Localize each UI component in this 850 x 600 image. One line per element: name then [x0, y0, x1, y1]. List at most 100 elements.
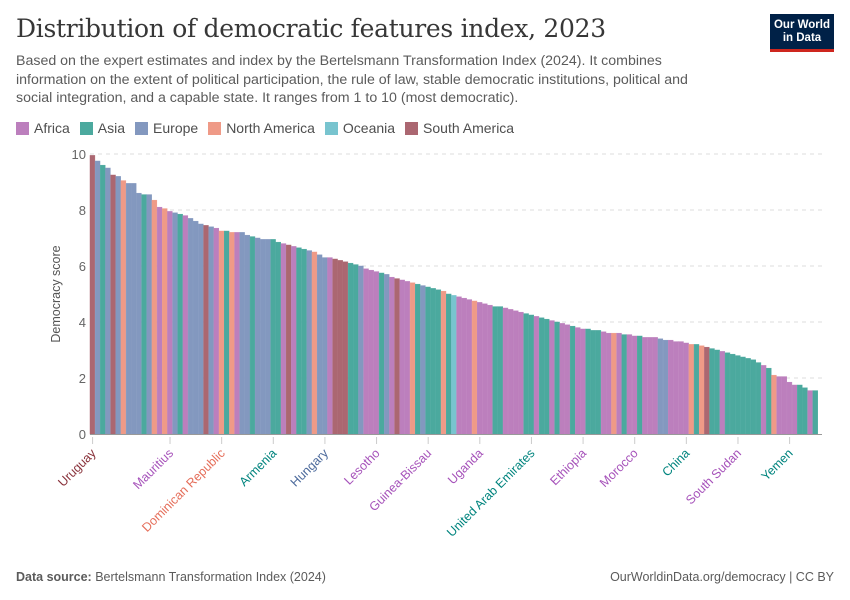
bar[interactable] — [254, 237, 261, 435]
bar[interactable] — [606, 332, 612, 435]
bar[interactable] — [786, 381, 793, 435]
bar[interactable] — [327, 257, 333, 435]
bar[interactable] — [523, 313, 529, 435]
bar[interactable] — [430, 288, 436, 435]
bar[interactable] — [373, 271, 380, 435]
bar[interactable] — [595, 330, 602, 435]
bar[interactable] — [631, 335, 638, 435]
bar[interactable] — [745, 358, 751, 435]
bar[interactable] — [678, 341, 684, 435]
legend-item-north-america[interactable]: North America — [208, 120, 315, 136]
bar[interactable] — [538, 317, 545, 435]
bar[interactable] — [223, 230, 230, 435]
bar[interactable] — [342, 261, 349, 435]
bar[interactable] — [668, 339, 674, 435]
bar[interactable] — [94, 160, 101, 435]
bar[interactable] — [115, 176, 121, 435]
bar[interactable] — [136, 192, 142, 435]
bar[interactable] — [652, 337, 658, 435]
bar[interactable] — [471, 300, 478, 435]
bar[interactable] — [363, 268, 369, 435]
bar[interactable] — [100, 164, 106, 435]
bar[interactable] — [791, 384, 798, 435]
bar[interactable] — [389, 276, 395, 435]
bar[interactable] — [590, 330, 596, 435]
bar[interactable] — [673, 341, 679, 435]
bar[interactable] — [446, 293, 452, 435]
bar[interactable] — [301, 248, 307, 435]
bar[interactable] — [218, 230, 225, 435]
bar[interactable] — [766, 367, 772, 435]
bar[interactable] — [213, 227, 220, 435]
bar[interactable] — [203, 225, 209, 435]
bar[interactable] — [337, 260, 343, 435]
bar[interactable] — [487, 304, 493, 435]
bar[interactable] — [502, 307, 509, 435]
bar[interactable] — [105, 167, 111, 435]
bar[interactable] — [399, 279, 405, 435]
owid-logo[interactable]: Our World in Data — [770, 14, 834, 52]
bar[interactable] — [693, 344, 700, 435]
bar[interactable] — [585, 328, 591, 435]
bar[interactable] — [482, 303, 488, 435]
bar[interactable] — [735, 355, 741, 435]
bar[interactable] — [497, 306, 504, 435]
bar[interactable] — [662, 339, 669, 435]
bar[interactable] — [275, 241, 281, 435]
bar[interactable] — [704, 346, 710, 435]
bar[interactable] — [110, 174, 116, 435]
bar[interactable] — [549, 320, 555, 435]
legend-item-oceania[interactable]: Oceania — [324, 120, 395, 136]
bar[interactable] — [440, 290, 447, 435]
bar[interactable] — [415, 283, 421, 435]
bar[interactable] — [575, 327, 581, 435]
bar[interactable] — [316, 254, 323, 435]
bar[interactable] — [657, 338, 664, 435]
bar[interactable] — [311, 251, 318, 435]
bar[interactable] — [420, 285, 426, 435]
bar[interactable] — [384, 274, 390, 435]
bar[interactable] — [492, 306, 498, 435]
bar[interactable] — [404, 281, 411, 435]
bar[interactable] — [409, 282, 416, 435]
bar[interactable] — [425, 286, 431, 435]
bar[interactable] — [750, 359, 756, 435]
legend-item-europe[interactable]: Europe — [135, 120, 198, 136]
bar[interactable] — [120, 180, 127, 435]
source-link[interactable]: OurWorldinData.org/democracy | CC BY — [610, 570, 834, 584]
bar[interactable] — [564, 324, 571, 435]
bar[interactable] — [476, 302, 483, 435]
bar[interactable] — [162, 208, 168, 435]
bar[interactable] — [554, 321, 560, 435]
bar[interactable] — [771, 374, 777, 435]
bar[interactable] — [781, 376, 787, 435]
bar[interactable] — [528, 314, 534, 435]
bar[interactable] — [156, 206, 163, 435]
bar[interactable] — [435, 289, 442, 435]
bar[interactable] — [394, 278, 400, 435]
bar[interactable] — [260, 239, 266, 435]
bar[interactable] — [249, 236, 256, 435]
bar[interactable] — [89, 155, 96, 435]
bar[interactable] — [513, 310, 519, 435]
bar[interactable] — [569, 325, 576, 435]
bar[interactable] — [760, 365, 767, 435]
bar[interactable] — [688, 344, 695, 435]
bar[interactable] — [807, 390, 813, 435]
legend-item-asia[interactable]: Asia — [79, 120, 125, 136]
bar[interactable] — [193, 220, 199, 435]
bar[interactable] — [358, 265, 364, 435]
bar[interactable] — [709, 348, 715, 435]
bar[interactable] — [740, 356, 746, 435]
bar[interactable] — [776, 376, 782, 435]
bar[interactable] — [616, 332, 622, 435]
bar[interactable] — [187, 218, 194, 435]
bar[interactable] — [507, 309, 514, 435]
bar[interactable] — [322, 257, 328, 435]
bar[interactable] — [151, 199, 158, 435]
bar[interactable] — [198, 223, 204, 435]
bar[interactable] — [167, 211, 173, 435]
bar[interactable] — [755, 362, 762, 435]
legend-item-africa[interactable]: Africa — [16, 120, 70, 136]
bar[interactable] — [125, 183, 132, 435]
